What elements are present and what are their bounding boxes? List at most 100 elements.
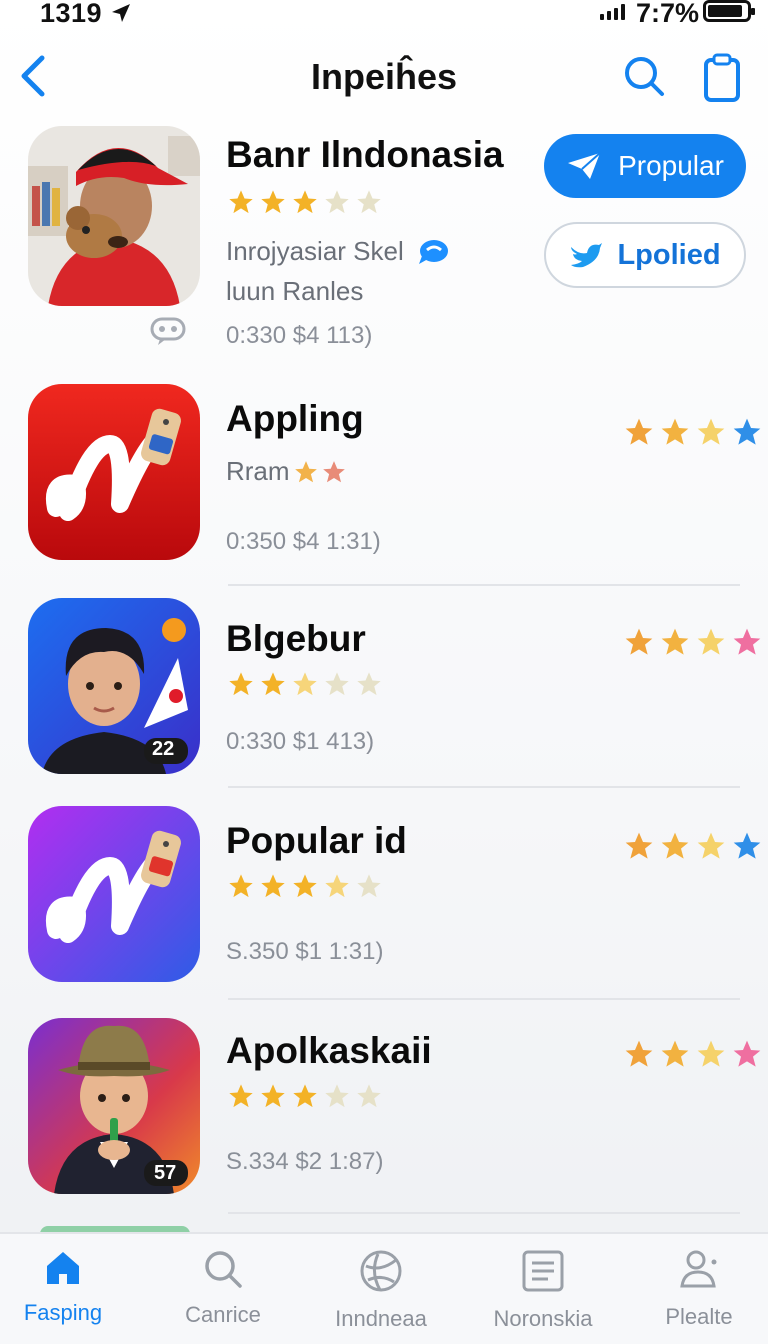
star-icon xyxy=(229,190,253,214)
globe-icon xyxy=(360,1250,402,1292)
app-meta: 0:330 $4 113) xyxy=(226,322,373,349)
row-divider xyxy=(228,1212,740,1214)
star-icon xyxy=(661,1040,689,1067)
right-star-rating xyxy=(622,416,764,448)
star-icon xyxy=(325,874,349,898)
search-icon[interactable] xyxy=(620,52,668,100)
star-icon xyxy=(697,1040,725,1067)
star-icon xyxy=(261,1084,285,1108)
navigation-bar: Inpeiĥes xyxy=(0,40,768,114)
app-subtitle-2: luun Ranles xyxy=(226,276,364,306)
star-icon xyxy=(325,190,349,214)
app-name: Apolkaskaii xyxy=(226,1030,432,1071)
status-time: 1319 xyxy=(40,0,103,28)
tab-label: Canrice xyxy=(185,1302,261,1327)
tab-fasping[interactable]: Fasping xyxy=(0,1248,138,1326)
star-rating xyxy=(226,188,384,216)
app-icon-boy: 22 xyxy=(28,598,200,774)
star-icon xyxy=(661,628,689,655)
status-bar: 1319 7:7% xyxy=(0,0,768,30)
tab-bar: Fasping Canrice Inndneaa Noronskia Pleal… xyxy=(0,1232,768,1344)
bird-icon xyxy=(571,243,603,268)
star-icon xyxy=(293,1084,317,1108)
star-rating xyxy=(226,872,384,900)
mini-stars xyxy=(292,459,348,485)
star-icon xyxy=(293,874,317,898)
clipboard-icon[interactable] xyxy=(700,52,744,104)
star-icon xyxy=(357,1084,381,1108)
app-icon-purple-n xyxy=(28,806,200,982)
star-icon xyxy=(325,1084,349,1108)
star-icon xyxy=(733,418,761,445)
app-icon-red-n xyxy=(28,384,200,560)
row-divider xyxy=(228,998,740,1000)
tab-label: Inndneaa xyxy=(335,1306,427,1331)
star-icon xyxy=(661,418,689,445)
app-icon-hat-boy: 57 xyxy=(28,1018,200,1194)
tab-inndneaa[interactable]: Inndneaa xyxy=(306,1248,456,1332)
icon-badge: 57 xyxy=(154,1162,177,1184)
app-meta: 0:350 $4 1:31) xyxy=(226,528,381,555)
star-icon xyxy=(733,1040,761,1067)
star-icon xyxy=(625,1040,653,1067)
battery-percent: 7:7% xyxy=(636,0,700,28)
app-name: Blgebur xyxy=(226,618,366,659)
location-arrow-icon xyxy=(112,4,130,22)
right-star-rating xyxy=(622,1038,764,1070)
list-item[interactable]: Popular id S.350 $1 1:31) xyxy=(0,806,768,1001)
right-star-rating xyxy=(622,626,764,658)
star-icon xyxy=(733,628,761,655)
star-icon xyxy=(697,832,725,859)
app-meta: 0:330 $1 413) xyxy=(226,728,375,755)
star-icon xyxy=(293,190,317,214)
signal-icon xyxy=(600,4,625,20)
app-subtitle-text: Inrojyasiar Skel xyxy=(226,236,404,266)
applied-button-label: Lpolied xyxy=(617,238,721,271)
app-subtitle: Rram xyxy=(226,456,348,487)
tab-noronskia[interactable]: Noronskia xyxy=(468,1248,618,1332)
list-item[interactable]: Banr Ilndonasia Inrojyasiar Skel luun Ra… xyxy=(0,126,768,366)
star-icon xyxy=(697,628,725,655)
row-divider xyxy=(228,584,740,586)
app-icon-portrait xyxy=(28,126,200,306)
star-icon xyxy=(357,672,381,696)
star-icon xyxy=(357,874,381,898)
right-star-rating xyxy=(622,830,764,862)
row-divider xyxy=(228,786,740,788)
star-icon xyxy=(625,832,653,859)
star-icon xyxy=(625,628,653,655)
app-meta: S.350 $1 1:31) xyxy=(226,938,384,965)
star-icon xyxy=(625,418,653,445)
search-icon xyxy=(205,1251,242,1288)
document-icon xyxy=(522,1250,564,1292)
chat-bubble-icon xyxy=(150,317,186,345)
star-rating xyxy=(226,1082,384,1110)
star-icon xyxy=(261,672,285,696)
list-item[interactable]: 22 Blgebur 0:330 $1 413) xyxy=(0,598,768,788)
app-name: Appling xyxy=(226,398,364,439)
star-rating xyxy=(226,670,384,698)
send-icon xyxy=(568,152,601,179)
star-icon xyxy=(325,672,349,696)
applied-button[interactable]: Lpolied xyxy=(544,222,746,288)
popular-button[interactable]: Propular xyxy=(544,134,746,198)
star-icon xyxy=(229,1084,253,1108)
star-icon xyxy=(733,832,761,859)
tab-label: Plealte xyxy=(665,1304,733,1329)
tab-plealte[interactable]: Plealte xyxy=(624,1248,768,1330)
star-icon xyxy=(229,672,253,696)
app-name: Banr Ilndonasia xyxy=(226,134,504,175)
star-icon xyxy=(661,832,689,859)
star-icon xyxy=(697,418,725,445)
popular-button-label: Propular xyxy=(618,150,724,181)
star-icon xyxy=(293,672,317,696)
battery-icon xyxy=(703,0,755,22)
app-subtitle-text: Rram xyxy=(226,456,290,486)
home-icon xyxy=(47,1252,79,1284)
list-item[interactable]: Appling Rram 0:350 $4 1:31) xyxy=(0,384,768,586)
tab-label: Fasping xyxy=(23,1300,103,1325)
icon-badge: 22 xyxy=(152,738,175,760)
list-item[interactable]: 57 Apolkaskaii S.334 $2 1:87) xyxy=(0,1016,768,1216)
star-icon xyxy=(357,190,381,214)
tab-canrice[interactable]: Canrice xyxy=(148,1248,298,1328)
